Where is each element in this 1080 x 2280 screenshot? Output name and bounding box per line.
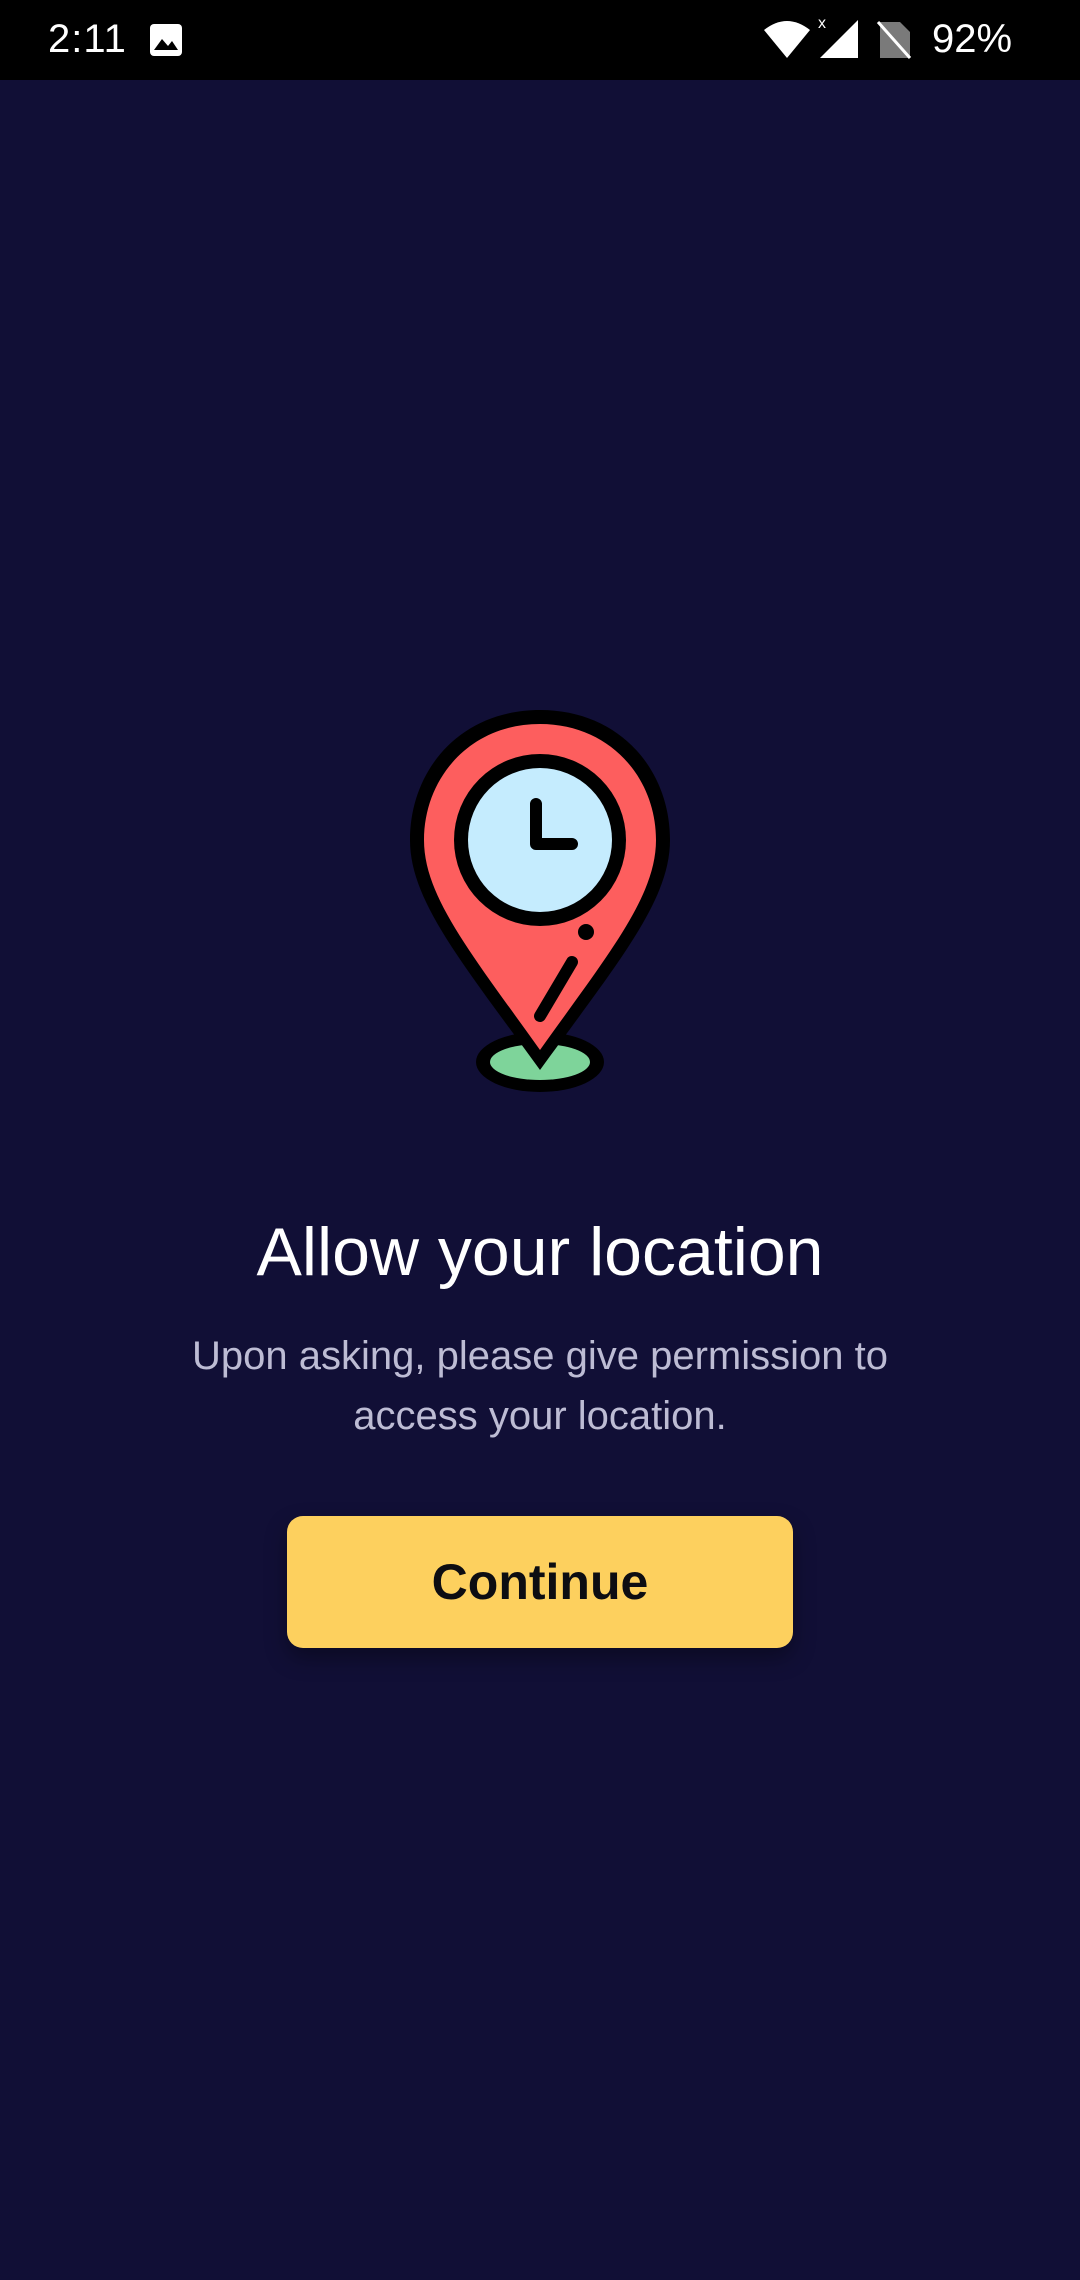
image-icon — [150, 24, 182, 56]
wifi-icon — [764, 21, 810, 58]
continue-button[interactable]: Continue — [287, 1516, 793, 1648]
page-title: Allow your location — [256, 1214, 824, 1290]
no-sim-icon — [876, 21, 912, 59]
permission-description: Upon asking, please give permission to a… — [192, 1334, 888, 1438]
battery-level: 92% — [932, 17, 1013, 61]
signal-icon: x — [818, 15, 858, 58]
status-time: 2:11 — [48, 17, 127, 61]
location-pin-clock-icon — [410, 710, 670, 1092]
status-bar: 2:11 x 92% — [0, 0, 1080, 80]
svg-text:x: x — [818, 15, 826, 32]
